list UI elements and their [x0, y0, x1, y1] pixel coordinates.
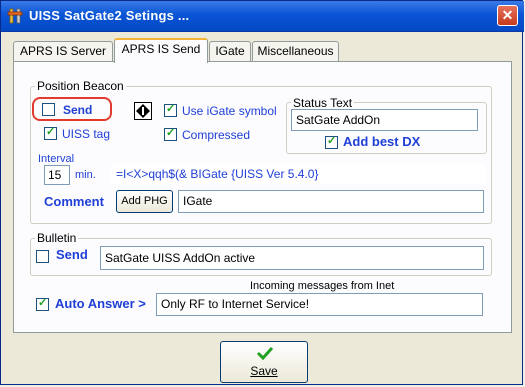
auto-answer-label: Auto Answer >	[55, 296, 146, 311]
close-button[interactable]: ✕	[497, 5, 518, 26]
satellite-tools-icon	[7, 8, 23, 24]
compressed-label: Compressed	[182, 128, 251, 142]
add-best-dx-checkbox[interactable]	[325, 135, 338, 149]
settings-window: UISS SatGate2 Setings ... ✕ APRS IS Serv…	[0, 0, 524, 385]
comment-label: Comment	[44, 194, 104, 209]
add-phg-button[interactable]: Add PHG	[116, 190, 173, 213]
inet-caption: Incoming messages from Inet	[250, 280, 395, 292]
add-best-dx-label: Add best DX	[343, 134, 421, 149]
tab-igate[interactable]: IGate	[209, 41, 251, 61]
tab-aprs-is-send[interactable]: APRS IS Send	[114, 38, 208, 63]
save-button[interactable]: Save	[220, 341, 308, 383]
title-bar[interactable]: UISS SatGate2 Setings ... ✕	[1, 1, 524, 32]
compressed-checkbox[interactable]	[164, 127, 177, 141]
interval-unit-label: min.	[75, 169, 96, 181]
auto-answer-input[interactable]: Only RF to Internet Service!	[156, 293, 483, 316]
beacon-send-checkbox[interactable]	[42, 103, 55, 116]
status-text-input[interactable]: SatGate AddOn	[291, 109, 478, 131]
save-label: Save	[250, 364, 278, 378]
interval-label: Interval	[38, 153, 75, 165]
position-beacon-label: Position Beacon	[35, 79, 126, 93]
uiss-tag-checkbox[interactable]	[44, 126, 57, 140]
status-text-label: Status Text	[291, 96, 355, 110]
tab-miscellaneous[interactable]: Miscellaneous	[252, 41, 339, 61]
tab-label: IGate	[215, 44, 245, 58]
bulletin-label: Bulletin	[35, 231, 79, 245]
interval-input[interactable]: 15	[44, 165, 70, 185]
tab-label: Miscellaneous	[257, 44, 334, 58]
auto-answer-checkbox[interactable]	[36, 297, 49, 311]
checkmark-icon	[256, 346, 274, 360]
diamond-symbol-icon[interactable]	[134, 102, 152, 120]
bulletin-send-label: Send	[56, 247, 88, 262]
use-igate-symbol-checkbox[interactable]	[164, 103, 177, 117]
bulletin-send-checkbox[interactable]	[36, 250, 49, 263]
tab-aprs-is-server[interactable]: APRS IS Server	[13, 41, 113, 61]
beacon-string-field[interactable]: =I<X>qqh$(& BIGate {UISS Ver 5.4.0}	[111, 164, 486, 184]
tab-label: APRS IS Server	[19, 44, 107, 58]
bulletin-input[interactable]: SatGate UISS AddOn active	[100, 246, 484, 270]
use-igate-symbol-label: Use iGate symbol	[182, 104, 277, 118]
tab-label: APRS IS Send	[121, 42, 201, 56]
comment-input[interactable]: IGate	[178, 190, 484, 213]
close-icon: ✕	[501, 7, 514, 23]
beacon-send-label: Send	[63, 103, 93, 117]
uiss-tag-label: UISS tag	[62, 127, 111, 141]
window-title: UISS SatGate2 Setings ...	[29, 8, 190, 23]
